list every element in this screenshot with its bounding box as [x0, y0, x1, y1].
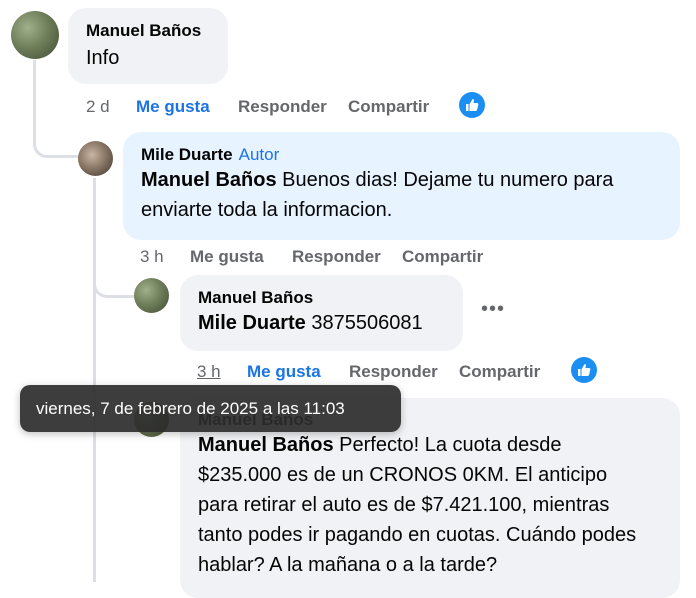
mention-link[interactable]: Manuel Baños — [198, 434, 334, 456]
comment-author[interactable]: Manuel Baños — [86, 21, 210, 41]
comment-author[interactable]: Manuel Baños — [198, 288, 445, 308]
comment-bubble: Manuel Baños Mile Duarte 3875506081 — [180, 275, 463, 351]
comment-bubble: Manuel Baños Info — [68, 8, 228, 84]
comment-actions: 3 h Me gusta Responder Compartir — [197, 362, 617, 386]
mention-link[interactable]: Manuel Baños — [141, 169, 277, 191]
comment-time[interactable]: 2 d — [86, 97, 110, 117]
comment-text: Manuel Baños Buenos dias! Dejame tu nume… — [141, 165, 662, 225]
avatar[interactable] — [134, 278, 169, 313]
comment-body: 3875506081 — [305, 312, 423, 334]
thread-connector-1 — [33, 110, 79, 158]
thread-connector-2 — [93, 260, 135, 298]
comment-time[interactable]: 3 h — [197, 362, 221, 382]
comment-actions: 2 d Me gusta Responder Compartir — [86, 97, 506, 121]
reply-button[interactable]: Responder — [238, 97, 327, 117]
comment-header: Mile Duarte Autor — [141, 145, 662, 165]
like-reaction-icon[interactable] — [459, 92, 485, 118]
share-button[interactable]: Compartir — [402, 247, 483, 267]
author-badge: Autor — [238, 145, 280, 164]
comment-actions: 3 h Me gusta Responder Compartir — [140, 247, 560, 271]
comment-text: Manuel Baños Perfecto! La cuota desde $2… — [198, 430, 648, 580]
comment-bubble: Mile Duarte Autor Manuel Baños Buenos dia… — [123, 132, 680, 240]
reply-button[interactable]: Responder — [349, 362, 438, 382]
timestamp-tooltip: viernes, 7 de febrero de 2025 a las 11:0… — [20, 385, 401, 432]
mention-link[interactable]: Mile Duarte — [198, 312, 306, 334]
comment-author[interactable]: Mile Duarte — [141, 145, 233, 164]
reply-button[interactable]: Responder — [292, 247, 381, 267]
share-button[interactable]: Compartir — [459, 362, 540, 382]
like-button[interactable]: Me gusta — [136, 97, 210, 117]
comment-text: Info — [86, 47, 120, 69]
share-button[interactable]: Compartir — [348, 97, 429, 117]
comment-time[interactable]: 3 h — [140, 247, 164, 267]
comment-text: Mile Duarte 3875506081 — [198, 308, 445, 338]
like-reaction-icon[interactable] — [571, 357, 597, 383]
like-button[interactable]: Me gusta — [190, 247, 264, 267]
avatar[interactable] — [78, 141, 113, 176]
like-button[interactable]: Me gusta — [247, 362, 321, 382]
more-options-icon[interactable]: ••• — [481, 298, 505, 321]
avatar[interactable] — [11, 11, 59, 59]
thread-line-replies — [93, 178, 96, 582]
